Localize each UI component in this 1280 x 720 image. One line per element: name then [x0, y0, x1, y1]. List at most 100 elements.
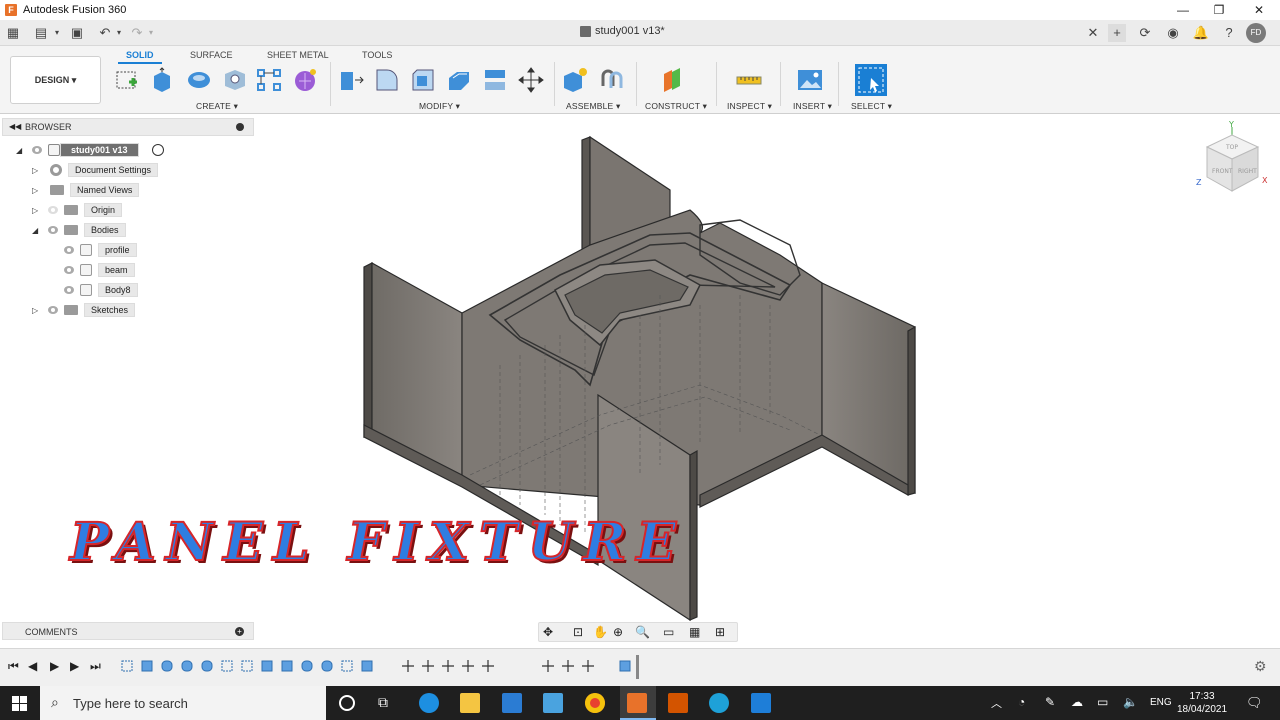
display-settings-icon[interactable]: ▭ [663, 625, 674, 639]
tab-sheet-metal[interactable]: SHEET METAL [267, 50, 329, 60]
timeline-settings-gear-icon[interactable]: ⚙ [1254, 658, 1267, 675]
save-icon[interactable]: ▣ [68, 24, 86, 42]
pattern-icon[interactable] [255, 66, 283, 94]
construct-menu[interactable]: CONSTRUCT ▾ [645, 101, 707, 112]
fusion-360-taskbar-icon[interactable] [627, 693, 647, 713]
workspace-design-button[interactable]: DESIGN ▾ [10, 56, 101, 104]
timeline-bar: ⏮ ◀ ▶ ▶ ⏭ ⚙ [0, 648, 1280, 686]
pan-icon[interactable]: ✋ [593, 625, 608, 639]
revolve-icon[interactable] [185, 66, 213, 94]
viewcube[interactable]: Y TOP FRONT RIGHT Z X [1196, 120, 1268, 192]
close-tab-icon[interactable]: ✕ [1084, 24, 1102, 42]
help-icon[interactable]: ? [1220, 24, 1238, 42]
user-avatar[interactable]: FD [1246, 23, 1266, 43]
viewcube-top-label: TOP [1225, 144, 1238, 151]
network-icon[interactable]: ◔ [1018, 695, 1025, 709]
create-sketch-icon[interactable] [113, 66, 141, 94]
select-menu[interactable]: SELECT ▾ [851, 101, 892, 112]
ribbon-separator [554, 62, 555, 106]
timeline-play-icon[interactable]: ▶ [50, 659, 59, 673]
tab-solid[interactable]: SOLID [126, 50, 154, 60]
photos-icon[interactable] [543, 693, 563, 713]
viewcube-front-label: FRONT [1212, 168, 1233, 175]
grid-apps-icon[interactable]: ▦ [4, 24, 22, 42]
viewcube-right-label: RIGHT [1238, 168, 1257, 175]
timeline-prev-icon[interactable]: ◀ [28, 659, 37, 673]
comments-title: COMMENTS [25, 627, 78, 637]
fillet-icon[interactable] [373, 66, 401, 94]
ribbon-separator [838, 62, 839, 106]
timeline-next-icon[interactable]: ▶ [70, 659, 79, 673]
extensions-icon[interactable]: ⟳ [1136, 24, 1154, 42]
onedrive-icon[interactable]: ☁ [1071, 695, 1083, 709]
language-indicator[interactable]: ENG [1150, 697, 1172, 708]
app-e-icon[interactable] [668, 693, 688, 713]
zoom-icon[interactable]: ⊕ [613, 625, 623, 639]
document-icon [580, 25, 591, 37]
undo-dropdown-icon[interactable]: ▾ [110, 24, 128, 42]
taskbar-clock[interactable]: 17:33 18/04/2021 [1172, 690, 1232, 716]
orbit-icon[interactable]: ✥ [543, 625, 553, 639]
new-component-icon[interactable] [561, 66, 589, 94]
app-title: Autodesk Fusion 360 [23, 4, 127, 16]
timeline-start-icon[interactable]: ⏮ [8, 659, 19, 674]
app-c-icon[interactable] [709, 693, 729, 713]
display-icon[interactable]: ▭ [1097, 695, 1108, 709]
fusion-logo-icon: F [5, 4, 17, 16]
notifications-icon[interactable]: 🔔 [1192, 24, 1210, 42]
comments-panel[interactable]: COMMENTS + [2, 622, 254, 640]
timeline-end-icon[interactable]: ⏭ [90, 659, 101, 674]
mail-icon[interactable] [502, 693, 522, 713]
edge-browser-icon[interactable] [419, 693, 439, 713]
minimize-icon[interactable]: — [1164, 0, 1202, 20]
cortana-icon[interactable] [339, 695, 355, 711]
viewcube-axis-x: X [1262, 176, 1268, 185]
pen-icon[interactable]: ✎ [1045, 695, 1055, 709]
new-tab-icon[interactable]: + [1108, 24, 1126, 42]
form-icon[interactable] [291, 66, 319, 94]
insert-image-icon[interactable] [796, 66, 824, 94]
press-pull-icon[interactable] [337, 66, 365, 94]
task-view-icon[interactable]: ⧉ [378, 694, 388, 711]
hole-icon[interactable] [221, 66, 249, 94]
job-status-icon[interactable]: ◉ [1164, 24, 1182, 42]
combine-icon[interactable] [481, 66, 509, 94]
tab-surface[interactable]: SURFACE [190, 50, 233, 60]
insert-menu[interactable]: INSERT ▾ [793, 101, 832, 112]
joint-icon[interactable] [597, 66, 625, 94]
grid-settings-icon[interactable]: ▦ [689, 625, 700, 639]
move-copy-icon[interactable] [517, 66, 545, 94]
select-icon[interactable] [855, 64, 887, 96]
notification-center-icon[interactable]: 🗨 [1246, 695, 1263, 711]
show-hidden-icons-icon[interactable]: ︿ [991, 695, 1002, 711]
app-blue-icon[interactable] [751, 693, 771, 713]
create-menu[interactable]: CREATE ▾ [196, 101, 238, 112]
shell-icon[interactable] [445, 66, 473, 94]
file-explorer-icon[interactable] [460, 693, 480, 713]
redo-dropdown-icon[interactable]: ▾ [142, 24, 160, 42]
file-dropdown-icon[interactable]: ▾ [48, 24, 66, 42]
document-tab[interactable]: study001 v13* [580, 25, 665, 37]
chamfer-icon[interactable] [409, 66, 437, 94]
inspect-menu[interactable]: INSPECT ▾ [727, 101, 772, 112]
fit-icon[interactable]: 🔍 [635, 625, 650, 639]
taskbar-search-box[interactable]: ⌕ Type here to search [40, 686, 326, 720]
assemble-menu[interactable]: ASSEMBLE ▾ [566, 101, 620, 112]
add-comment-icon[interactable]: + [235, 627, 244, 636]
search-icon: ⌕ [51, 694, 59, 710]
close-window-icon[interactable]: ✕ [1240, 0, 1278, 20]
timeline-features[interactable] [118, 655, 648, 679]
extrude-icon[interactable] [149, 66, 177, 94]
chrome-icon[interactable] [585, 693, 605, 713]
navigation-toolbar: ✥ ⊡ ✋ ⊕ 🔍 ▭ ▦ ⊞ [538, 622, 738, 642]
document-tab-label: study001 v13* [595, 25, 665, 37]
windows-start-icon[interactable] [12, 696, 27, 711]
offset-plane-icon[interactable] [660, 66, 688, 94]
tab-tools[interactable]: TOOLS [362, 50, 392, 60]
maximize-icon[interactable]: ❐ [1200, 0, 1238, 20]
look-at-icon[interactable]: ⊡ [573, 625, 583, 639]
modify-menu[interactable]: MODIFY ▾ [419, 101, 460, 112]
measure-icon[interactable] [735, 66, 763, 94]
volume-icon[interactable]: 🔈 [1123, 695, 1138, 709]
viewports-icon[interactable]: ⊞ [715, 625, 725, 639]
